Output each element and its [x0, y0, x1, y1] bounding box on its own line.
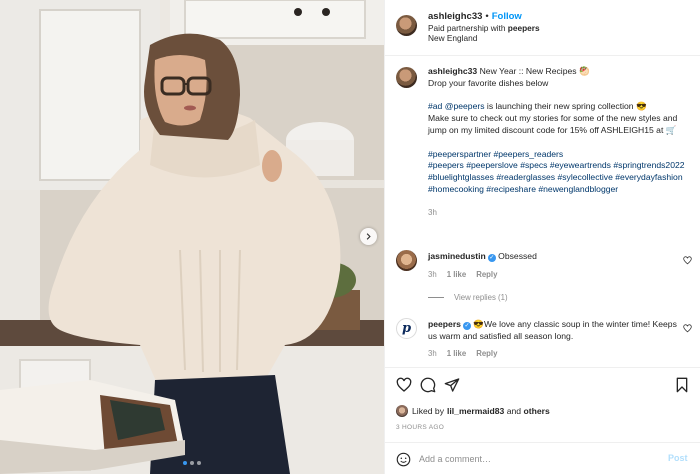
commenter-username[interactable]: jasminedustin: [428, 251, 486, 261]
add-comment-bar: Post: [385, 442, 700, 474]
commenter-avatar[interactable]: [396, 250, 417, 271]
replies-divider: [428, 297, 444, 298]
carousel-indicator: [183, 461, 201, 465]
caption-timestamp: 3h: [428, 207, 437, 217]
liker-username[interactable]: lil_mermaid83: [447, 406, 504, 416]
comment-time: 3h: [428, 270, 437, 279]
caption-hashtags-2[interactable]: #peepers #peeperslove #specs #eyeweartre…: [428, 160, 694, 195]
instagram-post: ashleighc33 • Follow Paid partnership with…: [0, 0, 700, 474]
heart-icon[interactable]: [683, 256, 692, 265]
post-comment-button[interactable]: Post: [668, 453, 688, 463]
verified-badge-icon: ✓: [487, 254, 496, 262]
add-comment-input[interactable]: [419, 451, 649, 467]
commenter-avatar[interactable]: p: [396, 318, 417, 339]
caption-line-1: New Year :: New Recipes 🥙: [479, 66, 590, 76]
post-photo[interactable]: [0, 0, 384, 474]
separator-dot: •: [485, 11, 489, 22]
comment-time: 3h: [428, 349, 437, 358]
comment-likes[interactable]: 1 like: [447, 349, 467, 358]
author-username[interactable]: ashleighc33: [428, 11, 482, 22]
post-caption: ashleighc33 New Year :: New Recipes 🥙 Dr…: [428, 66, 694, 219]
partnership-prefix: Paid partnership with: [428, 23, 508, 33]
caption-author-avatar[interactable]: [396, 67, 417, 88]
author-avatar[interactable]: [396, 15, 417, 36]
post-details-panel: ashleighc33 • Follow Paid partnership with…: [384, 0, 700, 474]
next-photo-button[interactable]: [360, 228, 377, 245]
comment-meta: 3h 1 like Reply: [428, 349, 507, 358]
like-heart-icon[interactable]: [396, 377, 412, 393]
follow-button[interactable]: Follow: [492, 11, 522, 22]
verified-badge-icon: ✓: [462, 322, 471, 330]
caption-line-4: Make sure to check out my stories for so…: [428, 113, 678, 135]
liked-by-others-link[interactable]: others: [523, 406, 549, 416]
comment-likes[interactable]: 1 like: [447, 270, 467, 279]
commenter-username[interactable]: peepers: [428, 319, 461, 329]
heart-icon[interactable]: [683, 324, 692, 333]
liker-avatar[interactable]: [396, 405, 408, 417]
header-title-line: ashleighc33 • Follow: [428, 11, 522, 22]
caption-line-2: Drop your favorite dishes below: [428, 77, 549, 88]
liked-by-row: Liked by lil_mermaid83 and others: [396, 405, 550, 417]
liked-by-middle: and: [504, 406, 524, 416]
post-time-ago[interactable]: 3 HOURS AGO: [396, 424, 444, 431]
caption-hashtags-1[interactable]: #peeperspartner #peepers_readers: [428, 149, 694, 161]
caption-username[interactable]: ashleighc33: [428, 66, 477, 76]
liked-by-prefix: Liked by: [412, 406, 445, 416]
paid-partnership-label: Paid partnership with peepers: [428, 23, 540, 33]
comment-bubble-icon[interactable]: [420, 377, 436, 393]
reply-button[interactable]: Reply: [476, 270, 497, 279]
carousel-dot: [190, 461, 194, 465]
view-replies-button[interactable]: View replies (1): [428, 293, 508, 302]
view-replies-label: View replies (1): [454, 293, 508, 302]
peepers-mention[interactable]: @peepers: [445, 101, 485, 111]
chevron-right-icon: [366, 233, 371, 240]
post-header: ashleighc33 • Follow Paid partnership with…: [385, 0, 700, 56]
carousel-dot: [197, 461, 201, 465]
photo-scene: [0, 0, 384, 474]
caption-line-3: is launching their new spring collection…: [484, 101, 647, 112]
bookmark-icon[interactable]: [674, 377, 690, 393]
share-paper-plane-icon[interactable]: [444, 377, 460, 393]
comment-text: Obsessed: [498, 251, 537, 261]
emoji-smiley-icon[interactable]: [396, 452, 411, 467]
carousel-dot: [183, 461, 187, 465]
partner-link[interactable]: peepers: [508, 23, 540, 33]
ad-hashtag[interactable]: #ad: [428, 101, 442, 111]
reply-button[interactable]: Reply: [476, 349, 497, 358]
comment-meta: 3h 1 like Reply: [428, 270, 507, 279]
location-link[interactable]: New England: [428, 33, 477, 43]
